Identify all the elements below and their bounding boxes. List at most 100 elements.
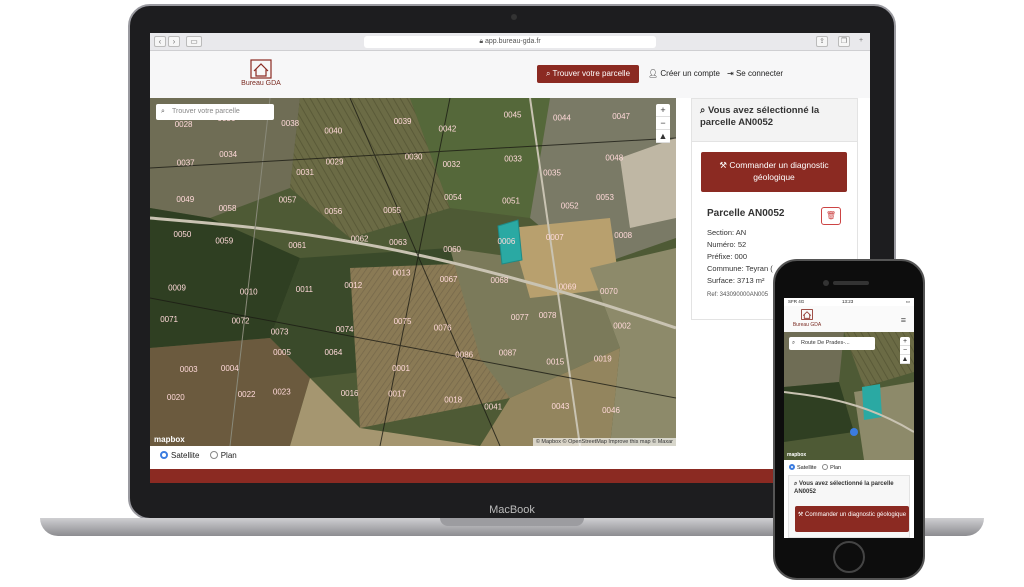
parcel-label[interactable]: 0011 (296, 285, 314, 294)
plan-radio[interactable]: Plan (209, 451, 237, 460)
parcel-label[interactable]: 0075 (394, 317, 412, 326)
parcel-label[interactable]: 0067 (440, 275, 458, 284)
map-canvas[interactable]: 0028003600380040003900420045004400470037… (150, 98, 676, 446)
map-search-input[interactable]: ⌕ Trouver votre parcelle (156, 104, 274, 120)
sidebar-icon[interactable]: ▭ (186, 36, 202, 47)
parcel-label[interactable]: 0076 (434, 324, 452, 333)
parcel-label[interactable]: 0038 (281, 119, 299, 128)
find-parcel-button[interactable]: ⌕ Trouver votre parcelle (537, 65, 639, 83)
parcel-label[interactable]: 0016 (341, 389, 359, 398)
parcel-label[interactable]: 0003 (180, 365, 198, 374)
parcel-label[interactable]: 0063 (389, 238, 407, 247)
zoom-in-button[interactable]: + (656, 104, 670, 117)
parcel-label[interactable]: 0055 (383, 206, 401, 215)
parcel-label[interactable]: 0062 (351, 235, 369, 244)
parcel-label[interactable]: 0002 (613, 322, 631, 331)
phone-order-diagnostic-button[interactable]: ⚒︎ Commander un diagnostic géologique (795, 506, 909, 532)
parcel-label[interactable]: 0074 (336, 325, 354, 334)
home-button[interactable] (833, 541, 865, 573)
parcel-label[interactable]: 0006 (498, 237, 516, 246)
parcel-label[interactable]: 0031 (296, 168, 314, 177)
parcel-label[interactable]: 0039 (394, 117, 412, 126)
parcel-label[interactable]: 0054 (444, 193, 462, 202)
parcel-label[interactable]: 0053 (596, 193, 614, 202)
parcel-label[interactable]: 0059 (215, 237, 233, 246)
parcel-label[interactable]: 0073 (271, 328, 289, 337)
parcel-label[interactable]: 0057 (279, 196, 297, 205)
phone-zoom-out-button[interactable]: − (900, 346, 910, 355)
parcel-label[interactable]: 0078 (539, 311, 557, 320)
parcel-label[interactable]: 0087 (499, 349, 517, 358)
map-attribution[interactable]: © Mapbox © OpenStreetMap Improve this ma… (532, 438, 676, 446)
brand-logo[interactable]: Bureau GDA (236, 59, 286, 87)
parcel-label[interactable]: 0044 (553, 114, 571, 123)
parcel-label[interactable]: 0051 (502, 197, 520, 206)
parcel-label[interactable]: 0004 (221, 364, 239, 373)
parcel-label[interactable]: 0035 (543, 169, 561, 178)
parcel-label[interactable]: 0030 (405, 153, 423, 162)
hamburger-menu-icon[interactable]: ≡ (901, 315, 906, 325)
parcel-label[interactable]: 0049 (176, 195, 194, 204)
parcel-label[interactable]: 0050 (174, 230, 192, 239)
phone-satellite-radio[interactable]: Satellite (789, 464, 817, 471)
parcel-label[interactable]: 0022 (238, 390, 256, 399)
parcel-label[interactable]: 0077 (511, 313, 529, 322)
parcel-label[interactable]: 0032 (443, 160, 461, 169)
parcel-label[interactable]: 0018 (444, 396, 462, 405)
parcel-label[interactable]: 0019 (594, 355, 612, 364)
parcel-label[interactable]: 0015 (546, 357, 564, 366)
parcel-label[interactable]: 0047 (612, 112, 630, 121)
parcel-label[interactable]: 0043 (552, 402, 570, 411)
address-bar[interactable]: 🔒︎ app.bureau-gda.fr (364, 36, 656, 48)
tabs-icon[interactable]: ❐ (838, 36, 850, 47)
forward-icon[interactable]: › (168, 36, 180, 47)
parcel-label[interactable]: 0068 (491, 276, 509, 285)
satellite-map[interactable]: 0028003600380040003900420045004400470037… (150, 98, 676, 446)
parcel-label[interactable]: 0052 (561, 202, 579, 211)
parcel-label[interactable]: 0070 (600, 287, 618, 296)
parcel-label[interactable]: 0071 (160, 315, 178, 324)
parcel-label[interactable]: 0013 (393, 269, 411, 278)
create-account-link[interactable]: 👤︎ Créer un compte (648, 65, 720, 83)
phone-compass-button[interactable]: ▲ (900, 355, 910, 364)
parcel-label[interactable]: 0028 (175, 120, 193, 129)
parcel-label[interactable]: 0033 (504, 154, 522, 163)
parcel-label[interactable]: 0061 (288, 241, 306, 250)
parcel-label[interactable]: 0017 (388, 389, 406, 398)
parcel-label[interactable]: 0029 (326, 158, 344, 167)
phone-map[interactable]: ⌕ Route De Prades-... + − ▲ mapbox (784, 332, 914, 460)
parcel-label[interactable]: 0046 (602, 406, 620, 415)
order-diagnostic-button[interactable]: ⚒︎ Commander un diagnostic géologique (701, 152, 847, 192)
back-icon[interactable]: ‹ (154, 36, 166, 47)
parcel-label[interactable]: 0045 (504, 111, 522, 120)
new-tab-icon[interactable]: + (856, 36, 866, 47)
parcel-label[interactable]: 0086 (455, 350, 473, 359)
phone-zoom-in-button[interactable]: + (900, 337, 910, 346)
parcel-label[interactable]: 0056 (324, 207, 342, 216)
parcel-label[interactable]: 0058 (219, 204, 237, 213)
parcel-label[interactable]: 0020 (167, 393, 185, 402)
satellite-radio[interactable]: Satellite (160, 451, 199, 460)
parcel-label[interactable]: 0007 (546, 233, 564, 242)
parcel-label[interactable]: 0064 (325, 348, 343, 357)
compass-button[interactable]: ▲ (656, 130, 670, 143)
parcel-label[interactable]: 0072 (232, 317, 250, 326)
zoom-out-button[interactable]: − (656, 117, 670, 130)
parcel-label[interactable]: 0037 (177, 159, 195, 168)
phone-map-canvas[interactable] (784, 332, 914, 460)
parcel-label[interactable]: 0010 (240, 287, 258, 296)
parcel-label[interactable]: 0023 (273, 387, 291, 396)
share-icon[interactable]: ⇪ (816, 36, 828, 47)
parcel-label[interactable]: 0001 (392, 364, 410, 373)
phone-search-input[interactable]: ⌕ Route De Prades-... (789, 337, 875, 350)
login-link[interactable]: ⇥ Se connecter (727, 65, 783, 83)
delete-parcel-button[interactable]: 🗑︎ (821, 207, 841, 225)
parcel-label[interactable]: 0069 (559, 283, 577, 292)
parcel-label[interactable]: 0009 (168, 283, 186, 292)
parcel-label[interactable]: 0040 (324, 127, 342, 136)
phone-brand-logo[interactable]: Bureau GDA (792, 309, 822, 328)
parcel-label[interactable]: 0060 (443, 245, 461, 254)
parcel-label[interactable]: 0008 (614, 231, 632, 240)
parcel-label[interactable]: 0012 (344, 281, 362, 290)
parcel-label[interactable]: 0005 (273, 348, 291, 357)
